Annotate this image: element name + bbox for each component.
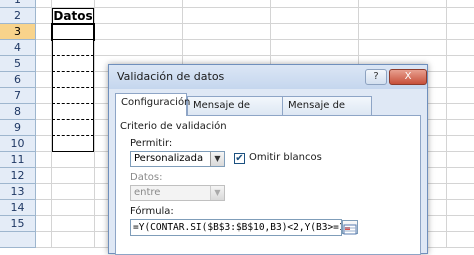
data-cell[interactable] bbox=[52, 104, 94, 120]
ignore-blank-checkbox[interactable]: ✔ bbox=[234, 153, 245, 164]
tab-mensaje-entrada[interactable]: Mensaje de entrada bbox=[187, 96, 283, 128]
row-header-6[interactable]: 6 bbox=[0, 72, 36, 88]
data-cell[interactable] bbox=[52, 88, 94, 104]
gridline bbox=[94, 0, 95, 248]
gridline bbox=[36, 7, 474, 8]
close-button[interactable]: X bbox=[389, 69, 427, 85]
row-header-12[interactable]: 12 bbox=[0, 168, 36, 184]
row-header-16[interactable] bbox=[0, 232, 36, 248]
row-header-8[interactable]: 8 bbox=[0, 104, 36, 120]
allow-select[interactable]: Personalizada ▼ bbox=[130, 151, 225, 167]
data-value: entre bbox=[134, 187, 161, 198]
data-validation-dialog: Validación de datos ? X Configuración Me… bbox=[108, 64, 428, 255]
formula-label: Fórmula: bbox=[130, 206, 174, 217]
row-header-15[interactable]: 15 bbox=[0, 216, 36, 232]
collapse-dialog-button[interactable] bbox=[342, 220, 358, 235]
gridline bbox=[36, 55, 474, 56]
formula-input[interactable]: =Y(CONTAR.SI($B$3:$B$10,B3)<2,Y(B3>=1,B3… bbox=[130, 219, 342, 236]
row-header-11[interactable]: 11 bbox=[0, 152, 36, 168]
gridline bbox=[446, 0, 447, 248]
row-header-10[interactable]: 10 bbox=[0, 136, 36, 152]
data-cell[interactable] bbox=[52, 40, 94, 56]
tab-configuracion[interactable]: Configuración bbox=[115, 93, 190, 116]
allow-label: Permitir: bbox=[130, 138, 173, 149]
range-selector-icon bbox=[343, 224, 357, 235]
data-cell[interactable] bbox=[52, 72, 94, 88]
data-label: Datos: bbox=[130, 172, 163, 183]
dialog-title: Validación de datos bbox=[117, 70, 225, 83]
allow-value: Personalizada bbox=[134, 153, 204, 164]
dialog-titlebar[interactable]: Validación de datos ? X bbox=[109, 65, 427, 89]
row-header-7[interactable]: 7 bbox=[0, 88, 36, 104]
help-button[interactable]: ? bbox=[365, 69, 387, 85]
active-cell[interactable] bbox=[51, 23, 95, 41]
row-header-5[interactable]: 5 bbox=[0, 56, 36, 72]
row-header-9[interactable]: 9 bbox=[0, 120, 36, 136]
tab-panel: Criterio de validación Permitir: Persona… bbox=[115, 115, 421, 255]
data-cell[interactable] bbox=[52, 136, 94, 152]
section-title: Criterio de validación bbox=[120, 121, 227, 132]
tab-mensaje-error[interactable]: Mensaje de error bbox=[282, 96, 372, 128]
data-cell[interactable] bbox=[52, 120, 94, 136]
data-cell[interactable] bbox=[52, 56, 94, 72]
chevron-down-icon: ▼ bbox=[210, 186, 224, 200]
row-header-3[interactable]: 3 bbox=[0, 24, 36, 40]
row-header-1[interactable]: 1 bbox=[0, 0, 36, 8]
chevron-down-icon[interactable]: ▼ bbox=[210, 152, 224, 166]
row-header-14[interactable]: 14 bbox=[0, 200, 36, 216]
header-cell-datos[interactable]: Datos bbox=[52, 8, 94, 24]
row-header-4[interactable]: 4 bbox=[0, 40, 36, 56]
data-select[interactable]: entre ▼ bbox=[130, 185, 225, 201]
gridline bbox=[36, 23, 474, 24]
gridline bbox=[36, 39, 474, 40]
row-header-2[interactable]: 2 bbox=[0, 8, 36, 24]
row-header-13[interactable]: 13 bbox=[0, 184, 36, 200]
ignore-blank-label: Omitir blancos bbox=[249, 152, 322, 163]
